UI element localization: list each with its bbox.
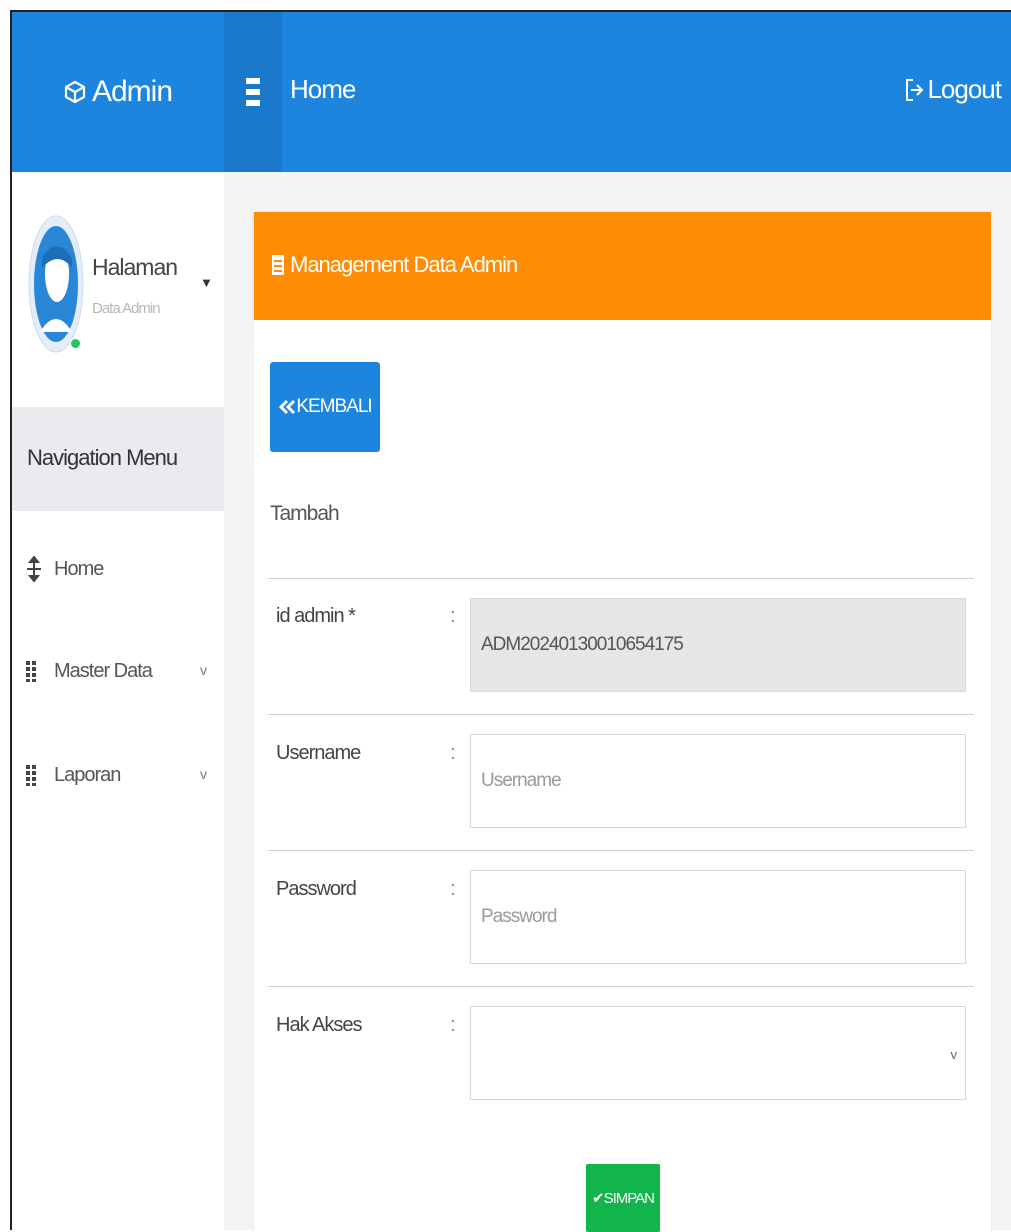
colon: : xyxy=(450,742,456,764)
panel-title: Management Data Admin xyxy=(270,252,518,278)
list-icon xyxy=(272,255,284,275)
grid-icon xyxy=(26,661,36,682)
user-profile[interactable]: Halaman Data Admin ▼ xyxy=(12,172,224,407)
logout-icon xyxy=(906,78,924,101)
hak-akses-select[interactable]: v xyxy=(470,1006,966,1100)
sidebar-item-home[interactable]: Home xyxy=(12,542,224,602)
divider xyxy=(268,986,974,987)
logout-label: Logout xyxy=(927,74,1002,104)
panel-header: Management Data Admin xyxy=(254,212,991,320)
sidebar-toggle-button[interactable] xyxy=(224,12,282,172)
divider xyxy=(268,578,974,579)
save-button-label: SIMPAN xyxy=(603,1189,655,1207)
colon: : xyxy=(450,878,456,900)
password-field[interactable] xyxy=(470,870,966,964)
nav-header-label: Navigation Menu xyxy=(27,445,178,470)
sidebar: Halaman Data Admin ▼ Navigation Menu Hom… xyxy=(12,172,224,1232)
colon: : xyxy=(450,1014,456,1036)
pointer-icon xyxy=(27,556,41,582)
avatar xyxy=(28,215,84,353)
divider xyxy=(268,850,974,851)
profile-subtitle: Data Admin xyxy=(92,300,161,317)
panel-title-text: Management Data Admin xyxy=(290,252,518,277)
logout-link[interactable]: Logout xyxy=(905,74,1002,105)
password-label: Password xyxy=(276,878,357,900)
profile-name: Halaman xyxy=(92,254,178,280)
back-button-label: KEMBALI xyxy=(296,396,372,417)
sidebar-item-label: Home xyxy=(54,558,104,580)
colon: : xyxy=(450,605,456,627)
page-title: Home xyxy=(290,74,356,104)
grid-icon xyxy=(26,765,36,786)
caret-down-icon[interactable]: ▼ xyxy=(200,275,213,290)
brand-label: Admin xyxy=(91,75,173,108)
double-chevron-left-icon xyxy=(279,399,296,415)
back-button[interactable]: KEMBALI xyxy=(270,362,380,452)
sidebar-item-label: Laporan xyxy=(54,764,121,786)
menu-icon xyxy=(246,78,260,106)
form-heading: Tambah xyxy=(270,502,340,525)
sidebar-item-label: Master Data xyxy=(54,660,153,682)
chevron-down-icon: v xyxy=(200,766,207,782)
save-button[interactable]: ✔ SIMPAN xyxy=(586,1164,660,1232)
top-header: Admin Home Logout xyxy=(12,12,1011,172)
app-frame: Admin Home Logout Halaman Data Admin ▼ N… xyxy=(10,10,1011,1232)
cube-icon xyxy=(64,80,86,104)
id-admin-field[interactable] xyxy=(470,598,966,692)
username-field[interactable] xyxy=(470,734,966,828)
username-label: Username xyxy=(276,742,361,764)
check-icon: ✔ xyxy=(592,1190,605,1207)
hak-akses-label: Hak Akses xyxy=(276,1014,362,1036)
nav-header: Navigation Menu xyxy=(12,407,224,511)
sidebar-item-laporan[interactable]: Laporan v xyxy=(12,748,224,808)
online-status-dot xyxy=(70,338,81,349)
chevron-down-icon: v xyxy=(200,662,207,678)
brand[interactable]: Admin xyxy=(12,12,224,172)
sidebar-item-master-data[interactable]: Master Data v xyxy=(12,644,224,704)
main-panel: Management Data Admin KEMBALI Tambah id … xyxy=(254,212,991,1232)
id-admin-label: id admin * xyxy=(276,605,356,627)
divider xyxy=(268,714,974,715)
chevron-down-icon: v xyxy=(950,1047,958,1062)
